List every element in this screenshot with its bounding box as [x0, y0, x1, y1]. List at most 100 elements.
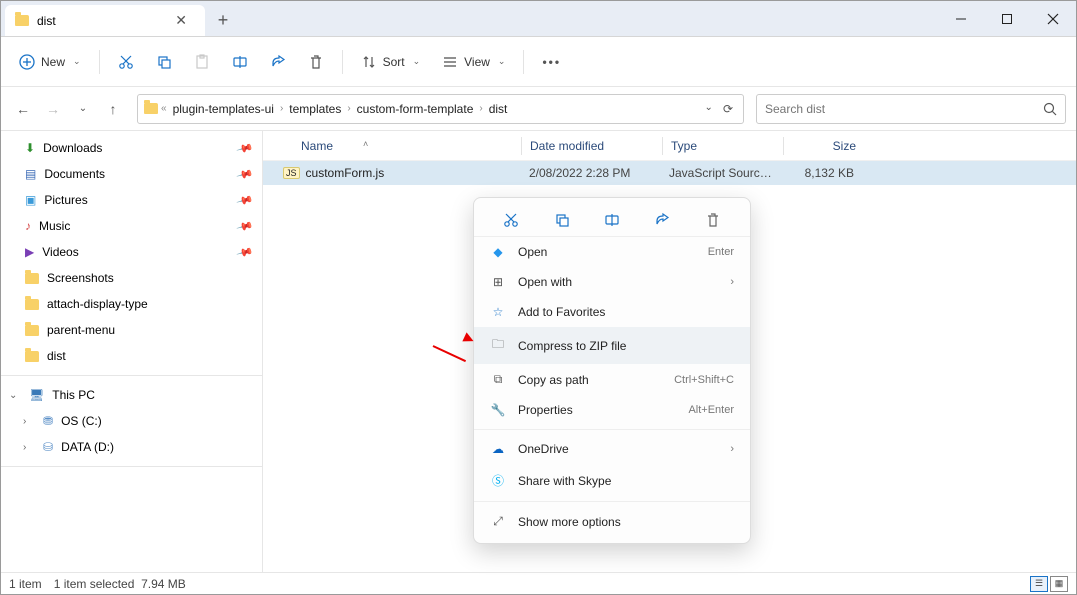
cut-button[interactable]	[110, 48, 142, 76]
rename-button[interactable]	[604, 212, 620, 228]
context-item-open-with[interactable]: ⊞Open with›	[474, 267, 750, 297]
context-item-properties[interactable]: 🔧PropertiesAlt+Enter	[474, 395, 750, 425]
share-button[interactable]	[262, 48, 294, 76]
sidebar-item-videos[interactable]: ▶Videos📌	[1, 239, 262, 265]
chevron-icon: ›	[280, 103, 283, 114]
sidebar: ⬇Downloads📌 ▤Documents📌 ▣Pictures📌 ♪Musi…	[1, 131, 263, 572]
share-icon	[270, 54, 286, 70]
sidebar-item-attach-display-type[interactable]: attach-display-type	[1, 291, 262, 317]
tab-dist[interactable]: dist ✕	[5, 5, 205, 36]
breadcrumb-seg[interactable]: plugin-templates-ui	[170, 100, 277, 118]
back-button[interactable]: ←	[11, 101, 35, 117]
up-button[interactable]: ↑	[101, 101, 125, 117]
rename-icon	[232, 54, 248, 70]
context-item-label: Add to Favorites	[518, 305, 605, 319]
view-button[interactable]: View ⌄	[434, 48, 513, 76]
sidebar-item-music[interactable]: ♪Music📌	[1, 213, 262, 239]
column-header-name[interactable]: Name˄	[293, 139, 521, 153]
view-icon	[442, 54, 458, 70]
share-button[interactable]	[654, 212, 670, 228]
new-button[interactable]: New ⌄	[11, 48, 89, 76]
sidebar-item-label: Pictures	[44, 193, 87, 207]
divider	[474, 501, 750, 502]
file-row[interactable]: JScustomForm.js 2/08/2022 2:28 PM JavaSc…	[263, 161, 1076, 185]
new-tab-button[interactable]: +	[205, 5, 241, 36]
context-item-open[interactable]: ◆ Open Enter	[474, 237, 750, 267]
sidebar-item-label: Music	[39, 219, 70, 233]
column-header-date[interactable]: Date modified	[522, 139, 662, 153]
sidebar-item-pictures[interactable]: ▣Pictures📌	[1, 187, 262, 213]
breadcrumb[interactable]: « plugin-templates-ui › templates › cust…	[137, 94, 744, 124]
cut-button[interactable]	[503, 212, 519, 228]
copy-icon	[554, 212, 570, 228]
chevron-down-icon: ⌄	[498, 56, 506, 67]
close-tab-button[interactable]: ✕	[171, 10, 191, 31]
paste-icon	[194, 54, 210, 70]
context-item-copy-path[interactable]: ⧉Copy as pathCtrl+Shift+C	[474, 364, 750, 395]
file-name-cell: JScustomForm.js	[275, 166, 521, 180]
sidebar-item-parent-menu[interactable]: parent-menu	[1, 317, 262, 343]
sort-icon	[361, 54, 377, 70]
sort-button[interactable]: Sort ⌄	[353, 48, 429, 76]
sidebar-item-drive-c[interactable]: ›⛃OS (C:)	[1, 408, 262, 434]
sidebar-item-label: Documents	[44, 167, 105, 181]
context-item-favorites[interactable]: ☆ Add to Favorites	[474, 297, 750, 327]
js-file-icon: JS	[283, 167, 300, 179]
sidebar-item-downloads[interactable]: ⬇Downloads📌	[1, 135, 262, 161]
delete-button[interactable]	[300, 48, 332, 76]
column-header-size[interactable]: Size	[784, 139, 864, 153]
breadcrumb-seg[interactable]: templates	[286, 100, 344, 118]
zip-icon: 🗀	[490, 335, 506, 356]
sidebar-item-drive-d[interactable]: ›⛁DATA (D:)	[1, 434, 262, 460]
share-icon	[654, 212, 670, 228]
sidebar-item-screenshots[interactable]: Screenshots	[1, 265, 262, 291]
pin-icon: 📌	[236, 165, 254, 183]
context-item-label: Show more options	[518, 515, 621, 529]
divider	[523, 50, 524, 74]
paste-button[interactable]	[186, 48, 218, 76]
chevron-right-icon: ›	[23, 416, 35, 427]
more-button[interactable]: •••	[534, 49, 569, 75]
search-input[interactable]	[765, 102, 1043, 116]
file-type-cell: JavaScript Source ...	[661, 166, 782, 180]
column-header-type[interactable]: Type	[663, 139, 783, 153]
column-headers: Name˄ Date modified Type Size	[263, 131, 1076, 161]
chevron-icon: «	[161, 103, 167, 114]
copy-button[interactable]	[554, 212, 570, 228]
sidebar-item-label: parent-menu	[47, 323, 115, 337]
minimize-button[interactable]	[938, 1, 984, 36]
divider	[1, 375, 262, 376]
refresh-button[interactable]: ⟳	[723, 102, 733, 116]
rename-button[interactable]	[224, 48, 256, 76]
folder-icon	[144, 103, 158, 114]
context-item-label: Open	[518, 245, 547, 259]
context-item-more[interactable]: ⤢Show more options	[474, 506, 750, 537]
sidebar-item-dist[interactable]: dist	[1, 343, 262, 369]
recent-button[interactable]: ⌄	[71, 103, 95, 114]
context-item-onedrive[interactable]: ☁OneDrive›	[474, 434, 750, 464]
sidebar-item-documents[interactable]: ▤Documents📌	[1, 161, 262, 187]
vscode-icon: ◆	[490, 245, 506, 259]
context-item-compress[interactable]: 🗀Compress to ZIP file	[474, 327, 750, 364]
close-window-button[interactable]	[1030, 1, 1076, 36]
delete-button[interactable]	[705, 212, 721, 228]
shortcut-hint: Enter	[708, 246, 734, 258]
chevron-down-icon[interactable]: ⌄	[705, 102, 713, 116]
search-box[interactable]	[756, 94, 1066, 124]
copy-button[interactable]	[148, 48, 180, 76]
context-item-label: Share with Skype	[518, 474, 611, 488]
large-icons-view-button[interactable]: ▦	[1050, 576, 1068, 592]
copy-icon	[156, 54, 172, 70]
breadcrumb-seg[interactable]: dist	[486, 100, 511, 118]
sidebar-item-this-pc[interactable]: ⌄🖥This PC	[1, 382, 262, 408]
forward-button[interactable]: →	[41, 101, 65, 117]
pictures-icon: ▣	[25, 193, 36, 207]
trash-icon	[308, 54, 324, 70]
sidebar-item-label: This PC	[52, 388, 95, 402]
breadcrumb-seg[interactable]: custom-form-template	[354, 100, 477, 118]
search-icon[interactable]	[1043, 102, 1057, 116]
details-view-button[interactable]: ☰	[1030, 576, 1048, 592]
maximize-button[interactable]	[984, 1, 1030, 36]
context-item-skype[interactable]: ⓈShare with Skype	[474, 464, 750, 497]
star-icon: ☆	[490, 305, 506, 319]
